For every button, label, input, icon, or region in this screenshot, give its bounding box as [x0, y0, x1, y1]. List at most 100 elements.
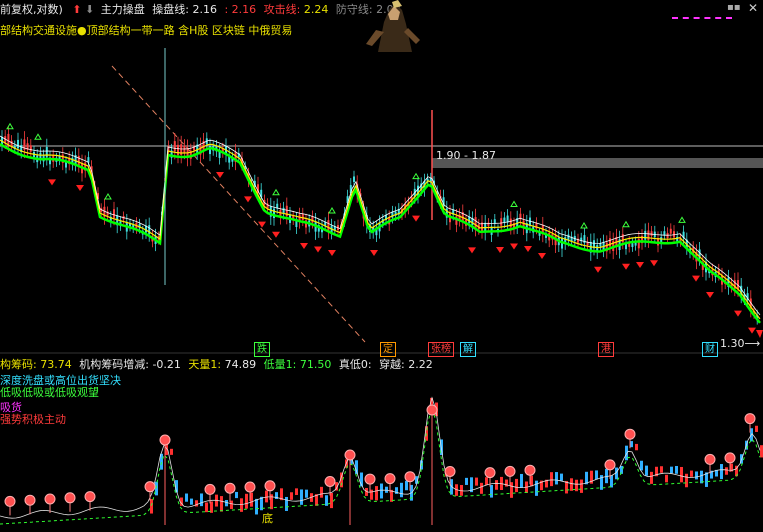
sell-arrow-icon	[706, 292, 714, 298]
sell-arrow-icon	[692, 275, 700, 282]
buy-arrow-icon	[580, 222, 588, 229]
sell-arrow-icon	[412, 215, 420, 222]
sell-arrow-icon	[370, 250, 378, 256]
sell-arrow-icon	[76, 185, 84, 191]
price-mode-label: 前复权,对数)	[0, 3, 63, 16]
close-icon[interactable]: ✕	[748, 1, 758, 15]
balloon-icon	[744, 413, 756, 425]
sell-arrow-icon	[650, 260, 658, 267]
candle-body	[177, 144, 179, 156]
indicator-bar	[320, 486, 323, 498]
indicator-bar	[265, 490, 268, 503]
low-price-label: 1.30⟶	[720, 337, 761, 350]
balloon-icon	[144, 481, 156, 493]
indicator-bar	[200, 493, 203, 507]
event-tag[interactable]: 解	[460, 342, 476, 357]
event-tag[interactable]: 定	[380, 342, 396, 357]
operate-line-value: 2.16	[192, 3, 217, 16]
candle-body	[503, 217, 506, 223]
indicator-bar	[550, 472, 553, 487]
indicator-bar	[560, 473, 563, 481]
balloon-icon	[64, 492, 76, 504]
indicator-bar	[380, 483, 383, 499]
sell-arrow-icon	[622, 263, 630, 270]
indicator-bar	[475, 477, 478, 486]
balloon-icon	[704, 453, 716, 465]
operate-line-label: 操盘线:	[152, 3, 189, 16]
event-tag[interactable]: 港	[598, 342, 614, 357]
indicator-bar	[325, 495, 328, 506]
candle-body	[650, 231, 653, 236]
candle-body	[327, 220, 330, 231]
balloon-icon	[524, 464, 536, 476]
indicator-bar	[690, 470, 693, 477]
candle-body	[474, 217, 477, 228]
balloon-icon	[624, 428, 636, 440]
candle-body	[500, 218, 503, 226]
sell-arrow-icon	[48, 179, 56, 186]
indicator-bar	[290, 492, 293, 500]
sell-arrow-icon	[636, 262, 644, 268]
candle-body	[621, 234, 624, 243]
legend-line-4: 强势积极主动	[0, 413, 66, 426]
event-tag[interactable]: 跌	[254, 342, 270, 357]
attack-line-label: 攻击线:	[263, 3, 301, 16]
event-tag[interactable]: 张榜	[428, 342, 454, 357]
diliang-value: 71.50	[299, 358, 332, 371]
indicator-row: 构筹码: 73.74 机构筹码增减: -0.21 天量1: 74.89 低量1:…	[0, 356, 433, 372]
candle-body	[625, 244, 627, 250]
buy-arrow-icon	[622, 220, 630, 228]
balloon-icon	[159, 434, 171, 446]
sell-arrow-icon	[216, 172, 224, 178]
candle-body	[609, 238, 611, 247]
indicator-bar	[580, 479, 583, 493]
indicator-bar	[220, 496, 223, 512]
candle-body	[669, 228, 672, 234]
trend-line	[111, 65, 366, 343]
indicator-bar	[665, 474, 668, 483]
candle-body	[311, 216, 314, 223]
dots-menu-icon[interactable]: ▪▪	[727, 2, 741, 13]
indicator-bar	[705, 472, 708, 487]
indicator-bar	[680, 466, 683, 483]
balloon-icon	[44, 493, 56, 505]
candle-body	[7, 133, 10, 144]
sell-arrow-icon	[258, 221, 266, 228]
indicator-bar	[235, 491, 238, 499]
indicator-bar	[400, 482, 403, 498]
buy-arrow-icon	[34, 133, 42, 140]
chevron-down-icon[interactable]: ⬇	[85, 3, 94, 16]
balloon-icon	[224, 482, 236, 494]
balloon-icon	[724, 452, 736, 464]
arrow-up-icon[interactable]: ⬆	[72, 3, 81, 16]
sell-arrow-icon	[468, 247, 476, 254]
buy-arrow-icon	[104, 193, 112, 200]
line3-value: : 2.16	[224, 3, 257, 16]
indicator-bar	[505, 479, 508, 487]
chip-change-label: 机构筹码增减:	[79, 358, 149, 371]
candle-body	[17, 139, 19, 149]
legend-line-2: 低吸低吸或低吸观望	[0, 386, 99, 399]
indicator-bar	[695, 471, 698, 480]
indicator-bar	[285, 496, 288, 511]
sell-arrow-icon	[328, 250, 336, 256]
event-tag[interactable]: 财	[702, 342, 718, 357]
balloon-icon	[244, 481, 256, 493]
indicator-bar	[485, 477, 488, 486]
indicator-bar	[635, 443, 638, 451]
balloon-icon	[24, 494, 36, 506]
balloon-icon	[344, 449, 356, 461]
kline-chart-canvas	[0, 48, 763, 525]
indicator-bar	[245, 493, 248, 509]
indicator-bar	[720, 464, 723, 480]
sell-arrow-icon	[272, 231, 280, 238]
indicator-bar	[405, 480, 408, 491]
attack-line-value: 2.24	[303, 3, 329, 16]
indicator-line	[0, 396, 761, 519]
indicator-name[interactable]: 主力操盘	[101, 3, 145, 16]
indicator-bar	[650, 471, 653, 484]
price-range-label: 1.90 - 1.87	[436, 149, 496, 162]
candle-body	[209, 145, 211, 155]
candle-body	[77, 155, 80, 166]
indicator-bar	[255, 498, 258, 515]
